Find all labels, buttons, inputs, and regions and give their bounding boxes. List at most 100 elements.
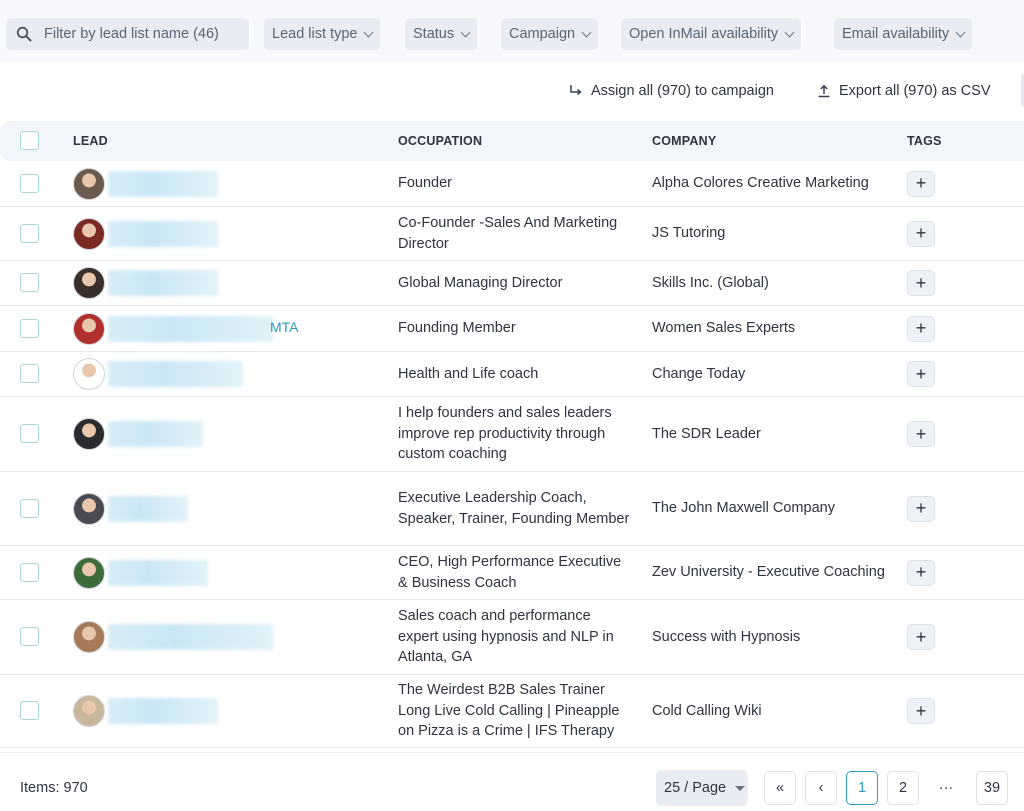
filter-label: Email availability — [842, 26, 950, 42]
page-1-button[interactable]: 1 — [846, 771, 878, 805]
table-row[interactable]: CEO, High Performance Executive & Busine… — [0, 546, 1024, 600]
lead-name-redacted[interactable] — [108, 270, 218, 296]
company-cell: Zev University - Executive Coaching — [652, 564, 885, 581]
add-tag-button[interactable]: + — [907, 361, 935, 387]
avatar[interactable] — [73, 267, 105, 299]
filter-label: Open InMail availability — [629, 26, 779, 42]
lead-name-redacted[interactable] — [108, 170, 218, 197]
row-select-checkbox[interactable] — [20, 562, 39, 582]
add-tag-button[interactable]: + — [907, 421, 935, 447]
avatar[interactable] — [73, 695, 105, 727]
column-header-occupation[interactable]: OCCUPATION — [398, 134, 482, 148]
lead-name-redacted[interactable] — [108, 698, 218, 724]
double-chevron-left-icon: « — [775, 780, 785, 796]
avatar[interactable] — [73, 217, 105, 250]
upload-icon — [818, 84, 830, 98]
table-row[interactable]: Founder Alpha Colores Creative Marketing + — [0, 161, 1024, 207]
occupation-cell: Global Managing Director — [398, 274, 563, 291]
row-select-checkbox[interactable] — [20, 273, 39, 292]
lead-name-redacted[interactable] — [108, 624, 273, 650]
row-select-checkbox[interactable] — [20, 223, 39, 243]
chevron-down-icon — [581, 27, 592, 37]
occupation-cell: Health and Life coach — [398, 365, 539, 382]
lead-name-redacted[interactable] — [108, 559, 208, 586]
company-cell: Women Sales Experts — [652, 320, 796, 337]
table-row[interactable]: I help founders and sales leaders improv… — [0, 397, 1024, 472]
add-tag-button[interactable]: + — [907, 170, 935, 197]
row-select-checkbox[interactable] — [20, 318, 39, 338]
page-2-button[interactable]: 2 — [887, 771, 919, 805]
export-csv-button[interactable]: Export all (970) as CSV — [817, 80, 991, 102]
occupation-cell: Founding Member — [398, 320, 516, 337]
export-label: Export all (970) as CSV — [839, 83, 991, 99]
table-row[interactable]: Global Managing Director Skills Inc. (Glo… — [0, 261, 1024, 306]
avatar[interactable] — [73, 358, 105, 390]
assign-to-campaign-button[interactable]: Assign all (970) to campaign — [569, 80, 774, 102]
row-select-checkbox[interactable] — [20, 627, 39, 646]
avatar[interactable] — [73, 312, 105, 345]
table-row[interactable]: Health and Life coach Change Today + — [0, 352, 1024, 397]
search-icon — [16, 26, 32, 42]
campaign-filter[interactable]: Campaign — [501, 18, 599, 50]
occupation-cell: The Weirdest B2B Sales Trainer Long Live… — [398, 682, 620, 740]
add-tag-button[interactable]: + — [907, 315, 935, 342]
chevron-down-icon — [364, 27, 374, 37]
occupation-cell: Founder — [398, 175, 453, 192]
bulk-action-bar: Assign all (970) to campaign Export all … — [0, 62, 1024, 120]
chevron-down-icon — [784, 27, 795, 37]
add-tag-button[interactable]: + — [907, 220, 935, 247]
company-cell: Alpha Colores Creative Marketing — [652, 175, 869, 192]
add-tag-button[interactable]: + — [907, 495, 935, 522]
page-number: 2 — [898, 780, 908, 796]
table-row[interactable]: The Weirdest B2B Sales Trainer Long Live… — [0, 675, 1024, 748]
occupation-cell: I help founders and sales leaders improv… — [398, 405, 612, 463]
avatar[interactable] — [73, 418, 105, 450]
lead-list-search-input[interactable]: Filter by lead list name (46) — [6, 18, 249, 50]
avatar[interactable] — [73, 492, 105, 525]
row-select-checkbox[interactable] — [20, 424, 39, 443]
lead-name-redacted[interactable] — [108, 220, 218, 247]
occupation-cell: Executive Leadership Coach, Speaker, Tra… — [398, 490, 630, 527]
column-header-lead[interactable]: LEAD — [73, 134, 108, 148]
open-inmail-filter[interactable]: Open InMail availability — [621, 18, 802, 50]
lead-name-redacted[interactable] — [108, 315, 273, 342]
prev-page-button[interactable]: ‹ — [805, 771, 837, 805]
company-cell: JS Tutoring — [652, 225, 726, 242]
company-cell: Skills Inc. (Global) — [652, 274, 769, 291]
row-select-checkbox[interactable] — [20, 498, 39, 518]
lead-name-redacted[interactable] — [108, 421, 203, 447]
row-select-checkbox[interactable] — [20, 701, 39, 720]
column-header-tags[interactable]: TAGS — [907, 134, 942, 148]
add-tag-button[interactable]: + — [907, 698, 935, 724]
table-row[interactable]: Executive Leadership Coach, Speaker, Tra… — [0, 472, 1024, 546]
table-row[interactable]: Co-Founder -Sales And Marketing Director… — [0, 207, 1024, 261]
chevron-left-icon: ‹ — [818, 780, 824, 796]
filter-label: Status — [413, 26, 455, 42]
lead-name-redacted[interactable] — [108, 495, 188, 522]
lead-name-redacted[interactable] — [108, 361, 243, 387]
add-tag-button[interactable]: + — [907, 270, 935, 296]
avatar[interactable] — [73, 556, 105, 589]
page-ellipsis[interactable]: ··· — [930, 771, 962, 805]
table-row[interactable]: MTA Founding Member Women Sales Experts + — [0, 306, 1024, 352]
company-cell: Success with Hypnosis — [652, 628, 801, 645]
company-cell: Cold Calling Wiki — [652, 702, 762, 719]
row-select-checkbox[interactable] — [20, 364, 39, 383]
select-all-checkbox[interactable] — [20, 131, 39, 150]
first-page-button[interactable]: « — [764, 771, 796, 805]
lead-list-type-filter[interactable]: Lead list type — [264, 18, 381, 50]
filter-bar: Filter by lead list name (46) Lead list … — [0, 0, 1024, 62]
avatar[interactable] — [73, 167, 105, 200]
status-filter[interactable]: Status — [405, 18, 478, 50]
lead-name-suffix[interactable]: MTA — [270, 319, 299, 335]
occupation-cell: Co-Founder -Sales And Marketing Director — [398, 215, 618, 252]
last-page-button[interactable]: 39 — [976, 771, 1008, 805]
column-header-company[interactable]: COMPANY — [652, 134, 716, 148]
table-row[interactable]: Sales coach and performance expert using… — [0, 600, 1024, 675]
add-tag-button[interactable]: + — [907, 559, 935, 586]
email-availability-filter[interactable]: Email availability — [834, 18, 973, 50]
add-tag-button[interactable]: + — [907, 624, 935, 650]
page-size-select[interactable]: 25 / Page — [656, 770, 748, 806]
row-select-checkbox[interactable] — [20, 173, 39, 193]
avatar[interactable] — [73, 621, 105, 653]
